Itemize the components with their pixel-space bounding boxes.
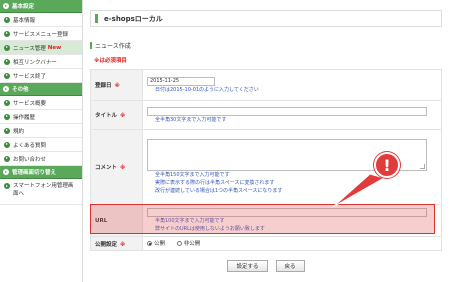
callout-pointer: [332, 173, 386, 208]
exclamation-icon: !: [374, 152, 400, 178]
